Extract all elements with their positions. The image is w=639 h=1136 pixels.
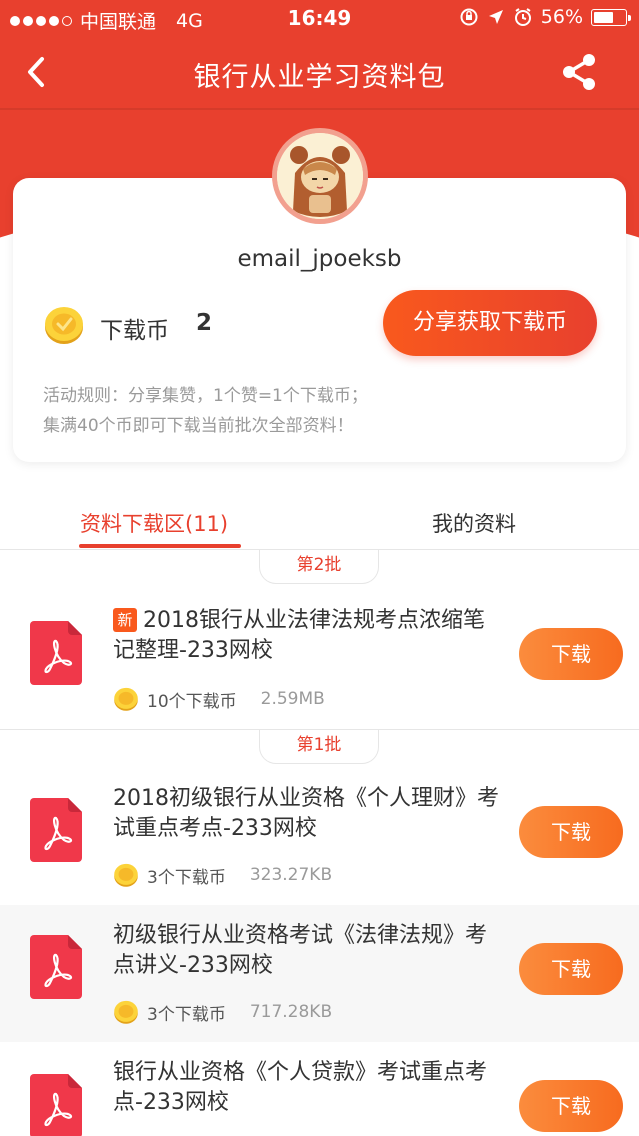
new-badge: 新 bbox=[113, 608, 137, 632]
rules-line-2: 集满40个币即可下载当前批次全部资料！ bbox=[43, 416, 354, 436]
item-coins: 10个下载币 bbox=[147, 691, 237, 712]
pdf-file-icon bbox=[30, 1074, 82, 1136]
activity-rules: 活动规则：分享集赞，1个赞=1个下载币； 集满40个币即可下载当前批次全部资料！ bbox=[43, 381, 368, 441]
item-title: 新 2018银行从业法律法规考点浓缩笔记整理-233网校 bbox=[113, 606, 505, 666]
status-bar: 中国联通 4G 16:49 56% bbox=[0, 0, 639, 36]
item-title-text: 2018银行从业法律法规考点浓缩笔记整理-233网校 bbox=[113, 608, 485, 663]
item-size: 2.59MB bbox=[260, 689, 325, 709]
tab-downloads[interactable]: 资料下载区(11) bbox=[80, 508, 228, 538]
item-meta: 3个下载币 717.28KB bbox=[113, 999, 332, 1025]
item-size: 323.27KB bbox=[249, 865, 333, 885]
battery-icon bbox=[591, 8, 631, 26]
list-item[interactable]: 2018初级银行从业资格《个人理财》考试重点考点-233网校 3个下载币 323… bbox=[0, 768, 639, 905]
tab-my-materials[interactable]: 我的资料 bbox=[432, 508, 516, 538]
item-title: 初级银行从业资格考试《法律法规》考点讲义-233网校 bbox=[113, 923, 488, 978]
download-button[interactable]: 下载 bbox=[519, 1080, 623, 1132]
item-meta: 10个下载币 2.59MB bbox=[113, 686, 325, 712]
location-arrow-icon bbox=[488, 10, 503, 24]
download-button[interactable]: 下载 bbox=[519, 806, 623, 858]
alarm-icon bbox=[514, 8, 531, 26]
avatar-image bbox=[277, 133, 363, 219]
coin-icon bbox=[114, 863, 138, 887]
coin-icon bbox=[45, 307, 83, 344]
coin-icon bbox=[114, 1000, 138, 1024]
list-item[interactable]: 银行从业资格《个人贷款》考试重点考点-233网校 下载 bbox=[0, 1042, 639, 1136]
status-right: 56% bbox=[459, 6, 631, 28]
item-coins: 3个下载币 bbox=[147, 1004, 226, 1025]
item-meta: 3个下载币 323.27KB bbox=[113, 862, 332, 888]
item-title: 2018初级银行从业资格《个人理财》考试重点考点-233网校 bbox=[113, 786, 499, 841]
rules-line-1: 活动规则：分享集赞，1个赞=1个下载币； bbox=[43, 386, 368, 406]
item-coins: 3个下载币 bbox=[147, 867, 226, 888]
coin-icon bbox=[114, 687, 138, 711]
app-page: 中国联通 4G 16:49 56% 银行从业学习资料包 email_jpoeks… bbox=[0, 0, 639, 1136]
username: email_jpoeksb bbox=[237, 246, 402, 272]
list-item[interactable]: 初级银行从业资格考试《法律法规》考点讲义-233网校 3个下载币 717.28K… bbox=[0, 905, 639, 1042]
header-divider bbox=[0, 108, 639, 110]
coin-label: 下载币 bbox=[100, 318, 169, 344]
item-title: 银行从业资格《个人贷款》考试重点考点-233网校 bbox=[113, 1060, 488, 1115]
batch-label: 第1批 bbox=[259, 730, 379, 764]
pdf-file-icon bbox=[30, 621, 82, 685]
bear-costume-avatar-icon bbox=[277, 133, 363, 219]
tab-bar: 资料下载区(11) 我的资料 bbox=[0, 488, 639, 550]
list-item[interactable]: 新 2018银行从业法律法规考点浓缩笔记整理-233网校 10个下载币 2.59M… bbox=[0, 592, 639, 729]
avatar[interactable] bbox=[272, 128, 368, 224]
share-icon[interactable] bbox=[561, 53, 597, 91]
batch-label: 第2批 bbox=[259, 550, 379, 584]
active-tab-indicator bbox=[79, 544, 241, 548]
page-title: 银行从业学习资料包 bbox=[193, 62, 446, 93]
coin-count: 2 bbox=[196, 310, 213, 336]
item-size: 717.28KB bbox=[249, 1002, 333, 1022]
share-for-coins-button[interactable]: 分享获取下载币 bbox=[383, 290, 597, 356]
pdf-file-icon bbox=[30, 798, 82, 862]
battery-percent: 56% bbox=[540, 6, 583, 28]
rotation-lock-icon bbox=[460, 8, 478, 26]
pdf-file-icon bbox=[30, 935, 82, 999]
download-button[interactable]: 下载 bbox=[519, 628, 623, 680]
nav-bar: 银行从业学习资料包 bbox=[0, 36, 639, 108]
download-button[interactable]: 下载 bbox=[519, 943, 623, 995]
